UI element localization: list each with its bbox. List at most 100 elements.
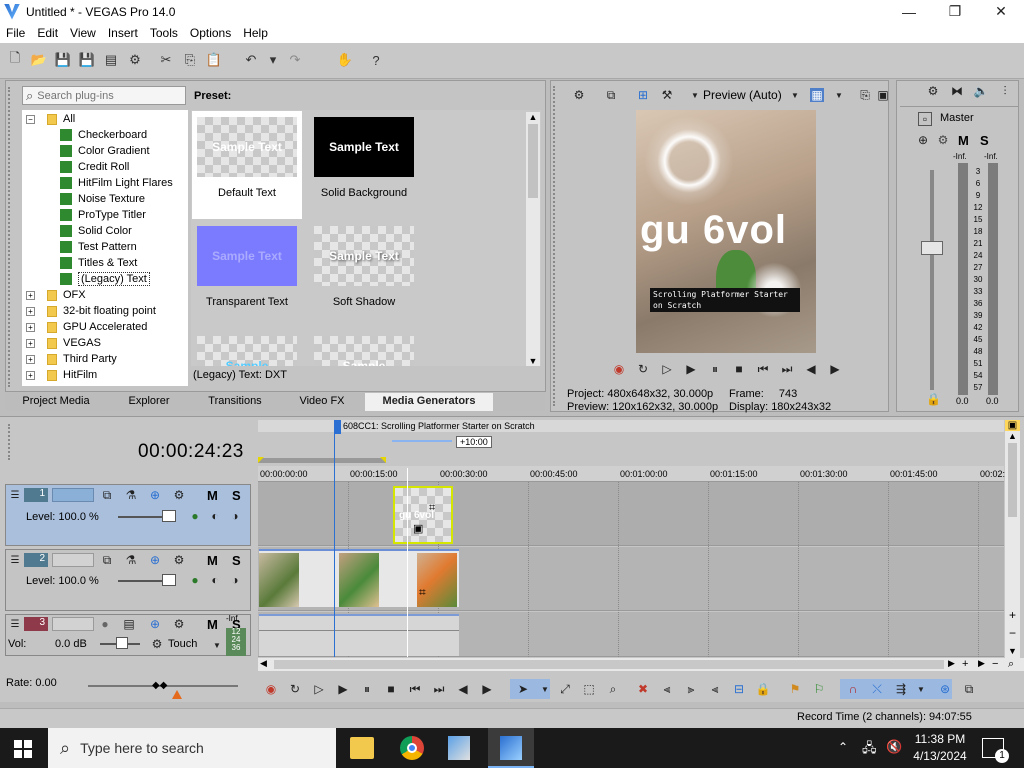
- notification-icon[interactable]: 1: [982, 738, 1009, 763]
- track-name-field[interactable]: [52, 488, 94, 502]
- clock-time[interactable]: 11:38 PM: [914, 732, 966, 746]
- chrome-icon[interactable]: [400, 736, 424, 760]
- scroll-thumb[interactable]: [274, 660, 944, 669]
- track-motion-icon[interactable]: ⧉: [100, 553, 114, 567]
- level-slider-handle[interactable]: [162, 510, 176, 522]
- master-mute-button[interactable]: M: [958, 133, 969, 148]
- preset-soft-shadow[interactable]: Sample Text Soft Shadow: [309, 220, 419, 324]
- save-icon[interactable]: 💾: [54, 51, 72, 69]
- fx-plug-icon[interactable]: ⊕: [916, 133, 930, 147]
- scroll-right-icon[interactable]: ▶: [948, 658, 955, 669]
- track-lane-1[interactable]: [258, 482, 1004, 546]
- taskbar-search[interactable]: ⌕ Type here to search: [48, 728, 336, 768]
- next-frame-icon[interactable]: ▶: [828, 362, 842, 376]
- panel-grip[interactable]: [8, 87, 18, 387]
- tree-item-checkerboard[interactable]: Checkerboard: [60, 127, 147, 143]
- tree-item-vegas[interactable]: + VEGAS: [26, 335, 101, 351]
- region-insert-icon[interactable]: ⚐: [812, 682, 826, 696]
- chevron-up-icon[interactable]: ⌃: [838, 740, 848, 754]
- network-icon[interactable]: 🖧: [862, 739, 877, 761]
- region-marker[interactable]: [335, 420, 341, 434]
- tab-explorer[interactable]: Explorer: [107, 393, 191, 411]
- lock-envelopes-icon[interactable]: ⊛: [938, 682, 952, 696]
- tree-item-hitfilm[interactable]: + HitFilm: [26, 367, 97, 383]
- tab-project-media[interactable]: Project Media: [5, 393, 107, 411]
- undo-icon[interactable]: ↶: [242, 51, 260, 69]
- mute-button[interactable]: M: [207, 617, 218, 632]
- tree-item-ofx[interactable]: + OFX: [26, 287, 86, 303]
- trim-start-icon[interactable]: ⫸: [684, 682, 698, 696]
- record-icon[interactable]: ◉: [264, 682, 278, 696]
- trim-tool-icon[interactable]: ✋: [336, 51, 354, 69]
- search-plugins[interactable]: ⌕: [22, 86, 186, 105]
- track-fx-icon[interactable]: ⚗: [124, 488, 138, 502]
- chevron-down-icon[interactable]: ▼: [688, 88, 702, 102]
- make-compositing-child-icon[interactable]: ◐: [208, 573, 222, 587]
- stop-icon[interactable]: ■: [732, 362, 746, 376]
- play-icon[interactable]: ▶: [336, 682, 350, 696]
- menu-file[interactable]: File: [0, 26, 31, 40]
- master-fader-track[interactable]: [930, 170, 934, 390]
- preset-next-1[interactable]: Sample: [192, 330, 302, 366]
- envelope-tool-icon[interactable]: ⤢: [558, 682, 572, 696]
- preset-transparent-text[interactable]: Sample Text Transparent Text: [192, 220, 302, 324]
- preset-next-2[interactable]: Sample: [309, 330, 419, 366]
- master-solo-button[interactable]: S: [980, 133, 989, 148]
- speaker-icon[interactable]: 🔈: [974, 84, 989, 98]
- chevron-down-icon[interactable]: ▼: [914, 682, 928, 696]
- play-from-start-icon[interactable]: ▷: [660, 362, 674, 376]
- clock-date[interactable]: 4/13/2024: [912, 749, 968, 763]
- tree-item-color-gradient[interactable]: Color Gradient: [60, 143, 150, 159]
- prev-frame-icon[interactable]: ◀: [456, 682, 470, 696]
- preset-default-text[interactable]: Sample Text Default Text: [192, 111, 302, 219]
- tree-item-hitfilm-light-flares[interactable]: HitFilm Light Flares: [60, 175, 173, 191]
- ripple-edit-icon[interactable]: ⇶: [894, 682, 908, 696]
- chevron-down-icon[interactable]: ▼: [538, 682, 552, 696]
- record-icon[interactable]: ◉: [612, 362, 626, 376]
- external-monitor-icon[interactable]: ⧉: [604, 88, 618, 102]
- track-name-field[interactable]: [52, 553, 94, 567]
- zoom-in-icon[interactable]: +: [962, 658, 968, 670]
- make-compositing-parent-icon[interactable]: ◑: [228, 573, 242, 587]
- copy-icon[interactable]: ⎘: [181, 51, 199, 69]
- menu-help[interactable]: Help: [237, 26, 274, 40]
- automation-gear-icon[interactable]: ⚙: [150, 637, 164, 651]
- zoom-tool-icon[interactable]: ⌕: [606, 682, 620, 696]
- gear-icon[interactable]: ⚙: [572, 88, 586, 102]
- compositing-icon[interactable]: ⊕: [148, 553, 162, 567]
- zoom-icon[interactable]: ⌕: [1008, 658, 1014, 671]
- master-fx-icon[interactable]: ▫: [918, 112, 932, 126]
- overlays-grid-icon[interactable]: ▦: [810, 88, 824, 102]
- collapse-icon[interactable]: ☰: [8, 488, 22, 502]
- track-fx-icon[interactable]: ▤: [122, 617, 136, 631]
- file-explorer-icon[interactable]: [350, 737, 374, 759]
- open-icon[interactable]: 📂: [30, 51, 48, 69]
- rate-slider-handle[interactable]: ◆◆: [152, 680, 167, 691]
- selection-tool-icon[interactable]: ⬚: [582, 682, 596, 696]
- save-as-icon[interactable]: 💾: [78, 51, 96, 69]
- save-snapshot-icon[interactable]: ▣: [876, 88, 890, 102]
- time-ruler[interactable]: 00:00:00:00 00:00:15:00 00:00:30:00 00:0…: [258, 466, 1005, 482]
- collapse-icon[interactable]: ☰: [8, 617, 22, 631]
- cut-icon[interactable]: ✂: [157, 51, 175, 69]
- go-start-icon[interactable]: ⏮: [408, 682, 422, 696]
- compositing-icon[interactable]: ⊕: [148, 488, 162, 502]
- undo-dropdown-icon[interactable]: ▾: [264, 51, 282, 69]
- scroll-up-icon[interactable]: ▲: [526, 112, 540, 122]
- panel-grip[interactable]: [553, 86, 563, 406]
- lock-event-icon[interactable]: 🔒: [756, 682, 771, 696]
- menu-view[interactable]: View: [64, 26, 102, 40]
- make-compositing-parent-icon[interactable]: ◑: [228, 509, 242, 523]
- solo-button[interactable]: S: [232, 488, 241, 503]
- audio-clip[interactable]: [259, 614, 459, 656]
- close-button[interactable]: ✕: [978, 0, 1024, 23]
- loop-bar[interactable]: [392, 440, 452, 442]
- level-slider-handle[interactable]: [162, 574, 176, 586]
- text-clip[interactable]: gu 6vol ▣ ⌗: [393, 486, 453, 544]
- panel-grip[interactable]: [8, 424, 14, 460]
- go-end-icon[interactable]: ⏭: [780, 362, 794, 376]
- tree-item-solid-color[interactable]: Solid Color: [60, 223, 132, 239]
- event-pan-crop-icon[interactable]: ⌗: [429, 502, 435, 515]
- zoom-out-icon[interactable]: −: [1005, 626, 1020, 640]
- volume-slider-handle[interactable]: [116, 637, 128, 649]
